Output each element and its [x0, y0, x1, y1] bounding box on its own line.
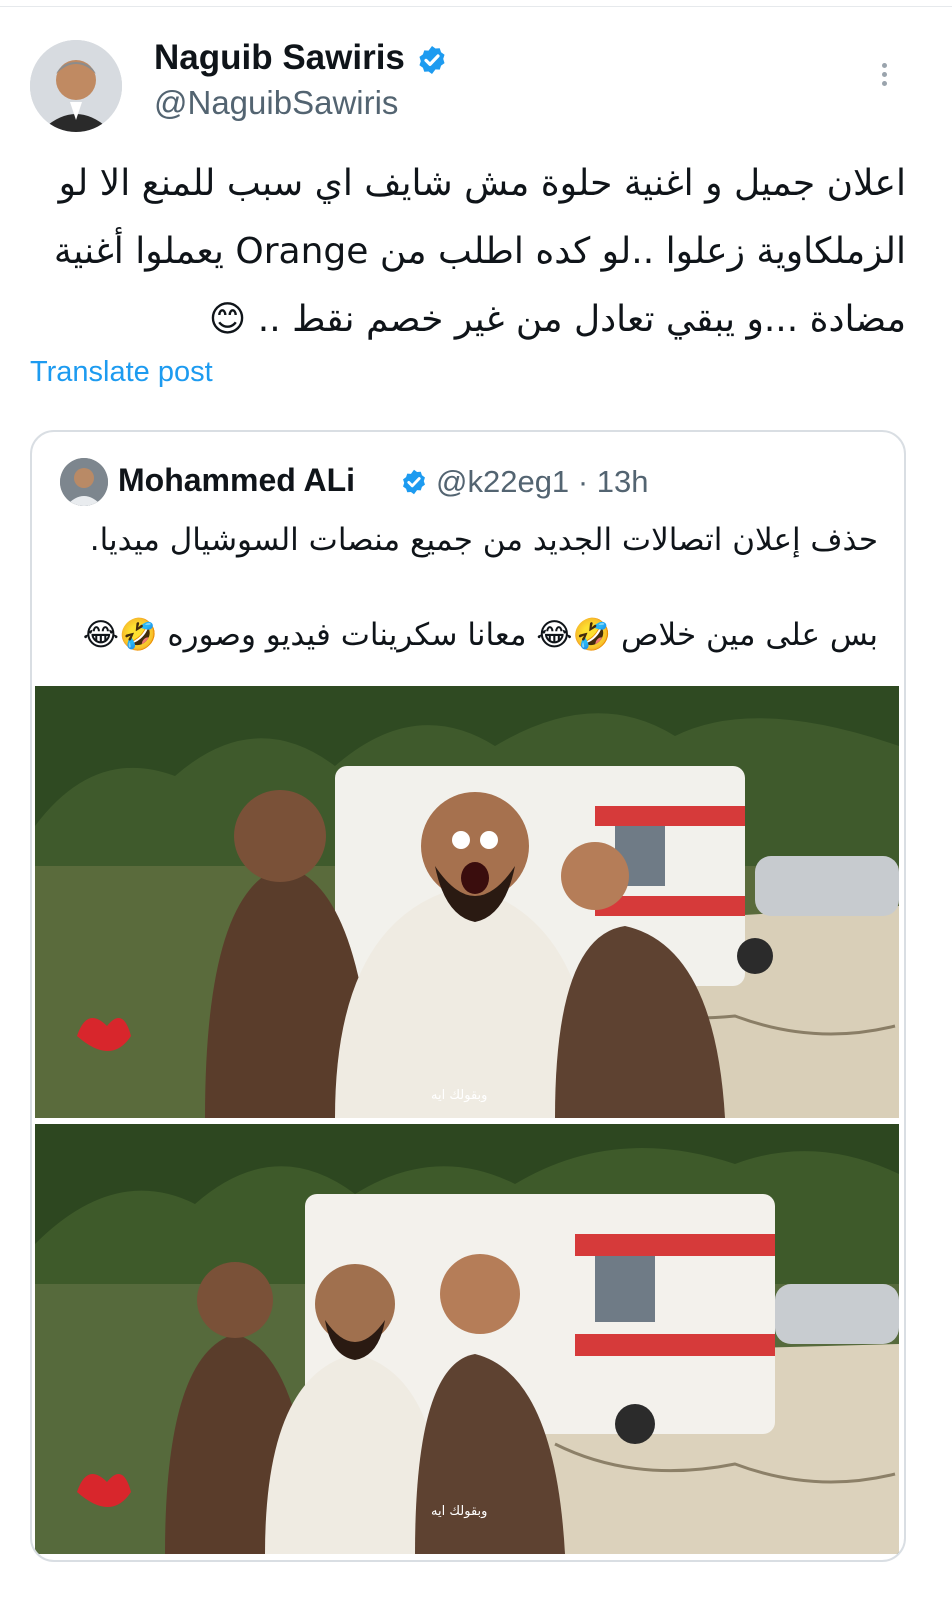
translate-post-link[interactable]: Translate post: [30, 356, 213, 389]
quoted-author-name[interactable]: Mohammed ALi: [118, 462, 355, 499]
top-divider: [0, 6, 952, 7]
meta-separator: ·: [577, 464, 589, 499]
video-caption: وبقولك ايه: [431, 1088, 488, 1103]
post-text: اعلان جميل و اغنية حلوة مش شايف اي سبب ل…: [36, 150, 906, 354]
post-text-line: مضادة ...و يبقي تعادل من غير خصم نقط .. …: [208, 299, 906, 340]
quoted-media-image[interactable]: وبقولك ايه: [35, 1124, 899, 1554]
quoted-post-time[interactable]: 13h: [597, 464, 649, 499]
verified-badge-icon: [419, 46, 445, 74]
author-handle[interactable]: @NaguibSawiris: [154, 84, 398, 122]
quoted-text-line: حذف إعلان اتصالات الجديد من جميع منصات ا…: [89, 522, 878, 558]
quoted-author-avatar[interactable]: [60, 458, 108, 506]
quoted-media-image[interactable]: وبقولك ايه: [35, 686, 899, 1118]
more-options-icon[interactable]: [862, 52, 906, 96]
author-name[interactable]: Naguib Sawiris: [154, 38, 405, 78]
quoted-text-line: بس على مين خلاص 🤣😂 معانا سكرينات فيديو و…: [82, 617, 878, 653]
verified-badge-icon: [403, 469, 425, 495]
quoted-meta: @k22eg1 · 13h: [436, 464, 649, 500]
video-caption: وبقولك ايه: [431, 1504, 488, 1519]
post-text-line: الزملكاوية زعلوا ..لو كده اطلب من Orange…: [53, 231, 906, 272]
author-avatar[interactable]: [30, 40, 122, 132]
post-text-line: اعلان جميل و اغنية حلوة مش شايف اي سبب ل…: [58, 163, 906, 204]
quoted-author-handle[interactable]: @k22eg1: [436, 464, 569, 499]
quoted-post-card[interactable]: Mohammed ALi @k22eg1 · 13h حذف إعلان اتص…: [30, 430, 906, 1562]
